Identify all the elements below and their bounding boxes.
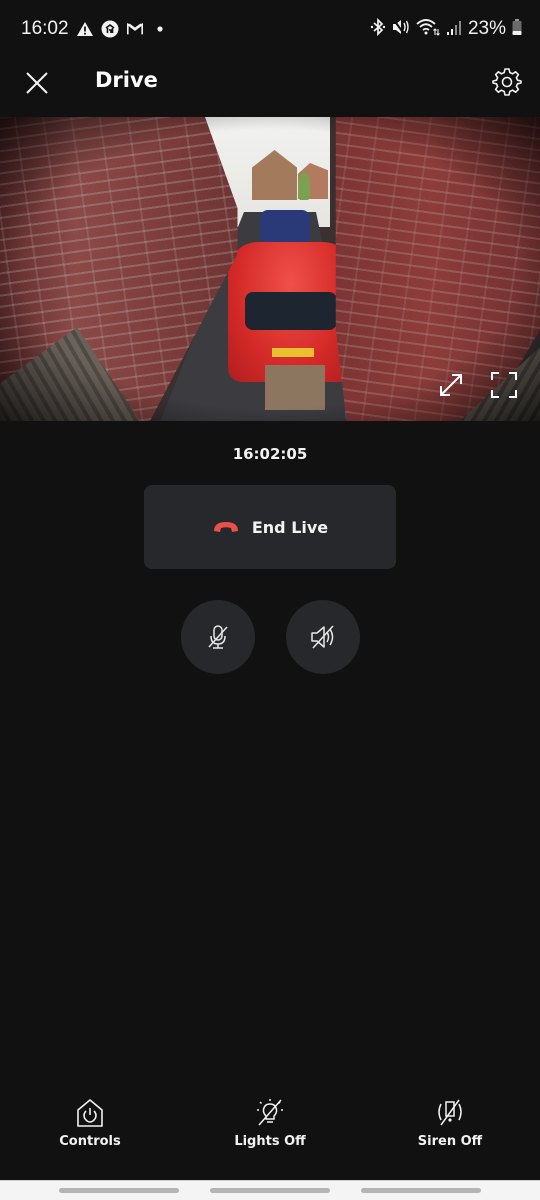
mute-icon <box>392 18 410 40</box>
settings-button[interactable] <box>492 66 522 96</box>
feed-tree <box>298 172 310 200</box>
fullscreen-button[interactable] <box>490 371 518 399</box>
system-navigation-bar <box>0 1180 540 1200</box>
signal-icon <box>446 18 462 40</box>
gmail-icon <box>126 20 144 38</box>
expand-arrows-icon <box>440 374 462 396</box>
status-time: 16:02 <box>21 18 69 39</box>
lights-off-label: Lights Off <box>234 1134 306 1149</box>
speaker-toggle-button[interactable] <box>286 600 360 674</box>
close-button[interactable] <box>22 68 52 98</box>
wifi-icon <box>416 18 440 40</box>
close-icon <box>26 72 48 94</box>
camera-live-feed[interactable] <box>0 117 540 421</box>
fullscreen-icon <box>491 372 517 398</box>
microphone-toggle-button[interactable] <box>181 600 255 674</box>
gear-icon <box>492 68 522 96</box>
end-live-button[interactable]: End Live <box>144 485 396 569</box>
dot-icon <box>151 20 169 38</box>
window-handle[interactable] <box>361 1188 481 1193</box>
feed-car-window <box>245 292 337 330</box>
speaker-muted-icon <box>311 625 334 649</box>
lights-toggle-button[interactable]: Lights Off <box>210 1098 330 1149</box>
feed-number-plate <box>272 348 314 357</box>
light-off-icon <box>257 1099 283 1126</box>
expand-button[interactable] <box>438 372 464 398</box>
controls-label: Controls <box>59 1134 121 1149</box>
warning-icon <box>76 20 94 38</box>
feed-box <box>265 365 325 410</box>
bottom-action-bar: Controls Lights Off Siren Off <box>0 1098 540 1170</box>
feed-blue-car <box>260 210 310 242</box>
siren-off-label: Siren Off <box>417 1134 483 1149</box>
app-bar: Drive <box>0 60 540 116</box>
battery-percent: 23% <box>467 18 506 39</box>
bluetooth-icon <box>370 17 386 40</box>
live-timestamp: 16:02:05 <box>232 445 308 463</box>
window-handle[interactable] <box>210 1188 330 1193</box>
system-icons: 23% <box>370 17 522 40</box>
window-handle[interactable] <box>59 1188 179 1193</box>
controls-button[interactable]: Controls <box>30 1098 150 1149</box>
notification-icons <box>76 20 169 38</box>
status-bar: 16:02 23% <box>0 0 540 60</box>
battery-icon <box>512 18 522 40</box>
siren-off-icon <box>438 1099 462 1126</box>
app-notification-icon <box>101 20 119 38</box>
siren-toggle-button[interactable]: Siren Off <box>390 1098 510 1149</box>
microphone-muted-icon <box>208 625 228 649</box>
home-power-icon <box>77 1099 103 1127</box>
page-title: Drive <box>95 68 158 92</box>
end-live-label: End Live <box>251 517 329 537</box>
hang-up-icon <box>213 522 238 532</box>
